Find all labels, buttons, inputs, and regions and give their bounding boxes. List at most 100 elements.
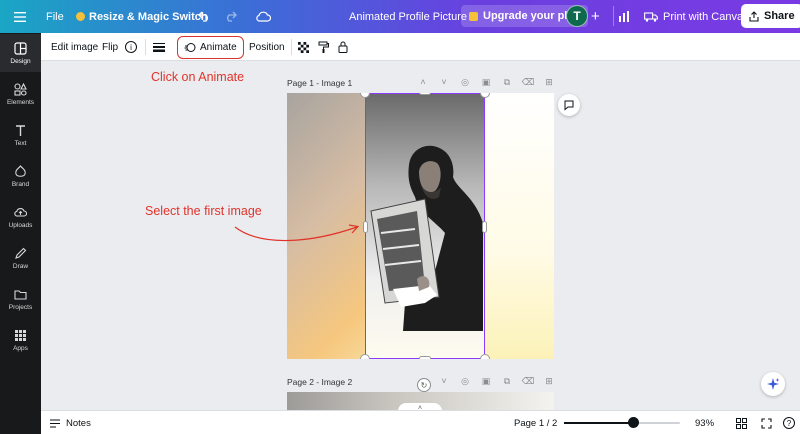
side-handle[interactable] (482, 221, 487, 233)
duplicate-icon[interactable]: ⧉ (501, 375, 513, 387)
zoom-value[interactable]: 93% (695, 411, 714, 434)
edit-image-button[interactable]: Edit image (51, 33, 98, 61)
page-indicator-text: Page 1 / 2 (514, 417, 558, 429)
top-bar: File Resize & Magic Switch Animated Prof… (0, 0, 800, 33)
canvas-area[interactable]: Click on Animate Page 1 - Image 1 ˄ ˅ ◎ … (41, 61, 800, 413)
chevron-down-icon[interactable]: ˅ (438, 76, 450, 88)
sidebar-label: Design (10, 57, 31, 65)
fullscreen-button[interactable] (761, 411, 772, 434)
animate-label: Animate (200, 42, 237, 53)
redo-icon (227, 11, 237, 22)
hamburger-icon (14, 11, 26, 22)
resize-button[interactable]: Resize & Magic Switch (76, 0, 208, 33)
resize-handle[interactable] (360, 354, 370, 359)
share-button[interactable]: Share (741, 4, 800, 28)
comment-plus-icon (564, 100, 574, 111)
checkerboard-icon (298, 41, 309, 53)
notes-button[interactable]: Notes (49, 411, 91, 434)
info-button[interactable]: i (125, 33, 137, 61)
side-handle[interactable] (419, 356, 431, 359)
side-handle[interactable] (419, 93, 431, 95)
border-style-button[interactable] (153, 33, 165, 61)
layout-icon (14, 41, 27, 55)
trash-icon[interactable]: ⌫ (522, 76, 535, 88)
cloud-save-status[interactable] (256, 0, 271, 33)
add-page-icon[interactable]: ⊞ (543, 76, 555, 88)
sidebar-item-draw[interactable]: Draw (0, 239, 41, 277)
redo-button[interactable] (224, 0, 237, 33)
document-title[interactable]: Animated Profile Picture (349, 0, 467, 33)
shapes-icon (14, 82, 27, 96)
page1-label[interactable]: Page 1 - Image 1 (287, 78, 352, 88)
duplicate-icon[interactable]: ⧉ (501, 76, 513, 88)
eye-icon[interactable]: ◎ (459, 76, 471, 88)
line-weight-icon (153, 43, 165, 52)
menu-button[interactable] (14, 0, 26, 33)
help-button[interactable]: ? (783, 411, 795, 434)
eye-icon[interactable]: ◎ (459, 375, 471, 387)
print-with-canva-button[interactable]: Print with Canva (644, 0, 743, 33)
sidebar-label: Text (14, 139, 27, 147)
lock-button[interactable] (338, 33, 348, 61)
share-label: Share (764, 10, 795, 22)
topbar-divider (613, 6, 614, 26)
page-indicator[interactable]: Page 1 / 2 (514, 411, 557, 434)
edit-image-label: Edit image (51, 41, 99, 53)
toolbar-divider (291, 39, 292, 55)
sidebar-item-elements[interactable]: Elements (0, 75, 41, 113)
page1-actions: ˄ ˅ ◎ ▣ ⧉ ⌫ ⊞ (417, 76, 555, 88)
magic-assistant-button[interactable] (761, 372, 785, 396)
sidebar-label: Draw (12, 262, 29, 270)
add-collaborator-button[interactable]: + (591, 0, 600, 33)
pen-icon (15, 247, 27, 259)
file-menu[interactable]: File (46, 0, 64, 33)
lock-icon[interactable]: ▣ (480, 375, 492, 387)
transparency-button[interactable] (298, 33, 309, 61)
page-rotate-button[interactable]: ↻ (417, 378, 431, 392)
sidebar-item-text[interactable]: Text (0, 116, 41, 154)
add-page-icon[interactable]: ⊞ (543, 375, 555, 387)
selection-frame[interactable] (365, 93, 485, 359)
undo-icon (198, 11, 208, 22)
sidebar-item-apps[interactable]: Apps (0, 321, 41, 359)
sidebar-item-projects[interactable]: Projects (0, 280, 41, 318)
text-icon (16, 124, 25, 136)
animate-button[interactable]: Animate (177, 36, 244, 59)
grid-view-button[interactable] (736, 411, 747, 434)
page2-label[interactable]: Page 2 - Image 2 (287, 377, 352, 387)
comment-button[interactable] (558, 94, 580, 116)
sidebar-item-uploads[interactable]: Uploads (0, 198, 41, 236)
lock-icon[interactable]: ▣ (480, 76, 492, 88)
grid-view-icon (736, 417, 747, 429)
zoom-slider[interactable] (564, 417, 680, 428)
animate-icon (184, 43, 196, 52)
insights-button[interactable] (618, 0, 630, 33)
sidebar-item-brand[interactable]: Brand (0, 157, 41, 195)
sidebar-label: Brand (11, 180, 30, 188)
chevron-up-icon[interactable]: ˄ (417, 76, 429, 88)
copy-style-button[interactable] (318, 33, 329, 61)
upload-icon (749, 10, 759, 22)
trash-icon[interactable]: ⌫ (522, 375, 535, 387)
zoom-slider-fill (564, 422, 634, 424)
upload-cloud-icon (14, 207, 27, 217)
fullscreen-icon (761, 417, 772, 429)
brand-icon (15, 164, 26, 177)
flip-button[interactable]: Flip (102, 33, 118, 61)
doc-title-text: Animated Profile Picture (349, 10, 467, 23)
print-label: Print with Canva (663, 10, 744, 23)
sidebar-label: Elements (6, 98, 35, 106)
resize-handle[interactable] (480, 354, 490, 359)
help-icon: ? (783, 417, 795, 429)
chevron-down-icon[interactable]: ˅ (438, 375, 450, 387)
toolbar-divider (145, 39, 146, 55)
sidebar-item-design[interactable]: Design (0, 34, 41, 72)
flip-label: Flip (102, 41, 119, 53)
zoom-slider-knob[interactable] (628, 417, 640, 428)
info-icon: i (125, 41, 137, 53)
avatar[interactable]: T (566, 5, 588, 27)
page2-actions: ˅ ◎ ▣ ⧉ ⌫ ⊞ (438, 375, 555, 387)
position-button[interactable]: Position (249, 33, 285, 61)
grid-icon (15, 329, 26, 341)
undo-button[interactable] (198, 0, 211, 33)
